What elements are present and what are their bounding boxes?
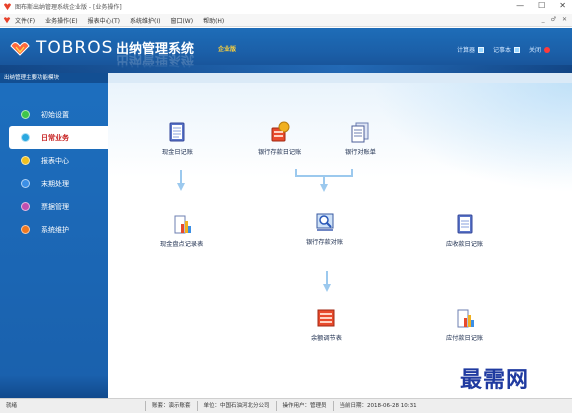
receivable-journal-icon — [457, 214, 473, 234]
edition-badge: 企业版 — [218, 46, 237, 53]
yellow-dot-icon — [21, 156, 30, 165]
status-date: 当前日期：2018-06-28 10:31 — [339, 403, 417, 409]
balance-adjust-icon — [317, 309, 335, 327]
app-menu-icon[interactable] — [3, 16, 11, 24]
window-controls: — ☐ ✕ — [516, 1, 566, 10]
sidebar-item-label: 日常业务 — [41, 132, 69, 142]
purple-dot-icon — [21, 202, 30, 211]
menu-bar: 文件(F) 业务操作(E) 报表中心(T) 系统维护(I) 窗口(W) 帮助(H… — [0, 14, 572, 27]
mdi-controls: _ ♂ ✕ — [542, 16, 567, 23]
node-label: 银行对账单 — [345, 149, 376, 156]
sidebar-item-label: 末期处理 — [41, 179, 69, 188]
green-dot-icon — [21, 110, 30, 119]
mdi-close-button[interactable]: ✕ — [562, 16, 567, 23]
notepad-icon — [513, 46, 520, 53]
bank-statement-icon — [351, 122, 369, 143]
menu-file[interactable]: 文件(F) — [15, 16, 35, 25]
calculator-icon — [477, 46, 484, 53]
blue-dot-icon — [21, 133, 30, 142]
sidebar-item-bill-management[interactable]: 票据管理 — [0, 195, 108, 218]
node-bank-statement[interactable]: 银行对账单 — [345, 121, 376, 156]
window-title-bar: 图布斯出纳管理系统企业版 - [业务操作] — ☐ ✕ — [0, 0, 572, 13]
status-ledger: 账套：演示账套 — [146, 401, 198, 411]
tobros-logo-icon — [10, 42, 30, 56]
header-banner: TOBROS 出纳管理系统 出纳管理系统 企业版 计算器 记事本 关闭 — [0, 28, 572, 73]
node-cash-count-record[interactable]: 现金盘点记录表 — [160, 213, 203, 248]
watermark-text: 最需网 — [460, 367, 530, 393]
sidebar-item-label: 报表中心 — [41, 156, 69, 165]
bank-reconcile-icon — [316, 213, 334, 231]
app-logo-icon — [3, 3, 12, 11]
cash-count-icon — [174, 215, 191, 234]
sidebar-item-period-end[interactable]: 末期处理 — [0, 172, 108, 195]
node-label: 银行存款日记账 — [258, 149, 302, 156]
node-label: 现金日记账 — [162, 149, 193, 156]
orange-dot-icon — [21, 225, 30, 234]
node-bank-deposit-journal[interactable]: 银行存款日记账 — [258, 121, 301, 156]
window-title: 图布斯出纳管理系统企业版 - [业务操作] — [15, 4, 122, 11]
bank-deposit-journal-icon — [271, 121, 290, 142]
brand-name: TOBROS — [36, 38, 114, 58]
node-bank-reconcile[interactable]: 银行存款对账 — [306, 211, 343, 246]
maximize-button[interactable]: ☐ — [538, 1, 545, 10]
notepad-label: 记事本 — [492, 47, 511, 54]
sidebar-item-report-center[interactable]: 报表中心 — [0, 149, 108, 172]
header-tools: 计算器 记事本 关闭 — [457, 45, 550, 54]
background-wave — [372, 83, 572, 193]
menu-reports[interactable]: 报表中心(T) — [88, 16, 120, 25]
sidebar-bottom-band — [0, 376, 108, 398]
node-payable-journal[interactable]: 应付款日记账 — [446, 307, 483, 342]
menu-window[interactable]: 窗口(W) — [170, 16, 193, 25]
menu-business[interactable]: 业务操作(E) — [45, 16, 77, 25]
sidebar-item-label: 初始设置 — [41, 110, 69, 119]
sidebar: 出纳管理主要功能模块 初始设置 日常业务 报表中心 末期处理 票据管理 系统维护 — [0, 73, 108, 398]
calculator-button[interactable]: 计算器 — [457, 45, 484, 54]
calculator-label: 计算器 — [456, 47, 475, 54]
sidebar-item-system-maintenance[interactable]: 系统维护 — [0, 218, 108, 241]
node-label: 余额调节表 — [311, 335, 342, 342]
flow-arrow-merge-bank — [295, 169, 353, 192]
payable-journal-icon — [457, 309, 474, 328]
node-cash-journal[interactable]: 现金日记账 — [162, 121, 193, 156]
sidebar-item-label: 系统维护 — [41, 225, 69, 234]
close-window-button[interactable]: ✕ — [559, 1, 566, 10]
sidebar-title: 出纳管理主要功能模块 — [0, 73, 108, 83]
mdi-minimize-button[interactable]: _ — [542, 16, 545, 23]
node-receivable-journal[interactable]: 应收款日记账 — [446, 213, 483, 248]
menu-maintenance[interactable]: 系统维护(I) — [130, 16, 160, 25]
status-user: 操作用户：管理员 — [277, 401, 334, 411]
node-label: 银行存款对账 — [306, 239, 344, 246]
close-icon — [544, 46, 550, 53]
cash-journal-icon — [169, 122, 185, 142]
flow-arrow-down-reconcile — [323, 271, 331, 292]
flow-arrow-down-cash — [177, 170, 185, 191]
node-label: 应收款日记账 — [446, 241, 484, 248]
node-label: 应付款日记账 — [446, 335, 484, 342]
status-ready: 就绪 — [0, 401, 146, 411]
node-balance-adjust[interactable]: 余额调节表 — [311, 307, 342, 342]
mdi-restore-button[interactable]: ♂ — [551, 16, 556, 23]
notepad-button[interactable]: 记事本 — [493, 45, 520, 54]
workflow-workspace: 现金日记账 银行存款日记账 银行对账单 现金盘点记录表 银行存款对账 应收款日记… — [108, 73, 572, 398]
sidebar-list: 初始设置 日常业务 报表中心 末期处理 票据管理 系统维护 — [0, 103, 108, 241]
node-label: 现金盘点记录表 — [160, 241, 204, 248]
status-unit: 单位：中国石油河北分公司 — [198, 401, 277, 411]
close-app-button[interactable]: 关闭 — [529, 45, 550, 54]
sidebar-item-label: 票据管理 — [41, 202, 69, 211]
sidebar-item-daily-business[interactable]: 日常业务 — [9, 126, 108, 149]
minimize-button[interactable]: — — [516, 1, 524, 10]
menu-help[interactable]: 帮助(H) — [203, 16, 224, 25]
blue-dot-icon — [21, 179, 30, 188]
close-app-label: 关闭 — [528, 47, 541, 54]
status-bar: 就绪 账套：演示账套 单位：中国石油河北分公司 操作用户：管理员 当前日期：20… — [0, 398, 572, 413]
sidebar-item-initial-setup[interactable]: 初始设置 — [0, 103, 108, 126]
banner-stripe — [0, 65, 572, 73]
